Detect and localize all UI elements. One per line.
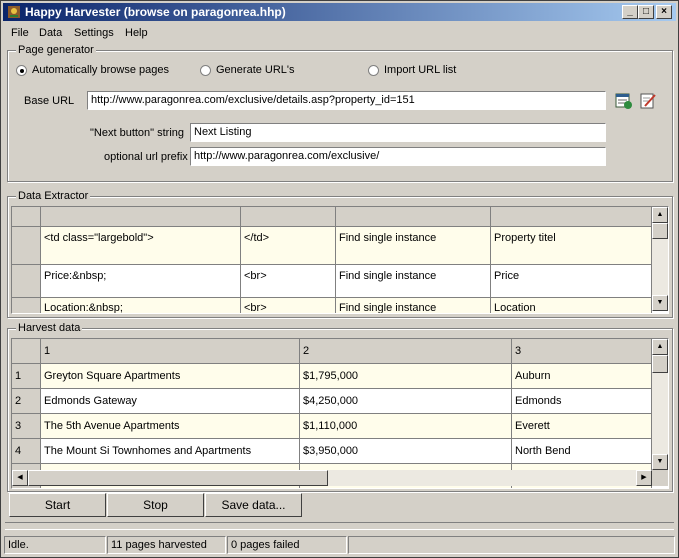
harvest-cell[interactable]: North Bend — [512, 439, 652, 464]
page-generator-group: Page generator Automatically browse page… — [7, 44, 673, 182]
extractor-header-field[interactable] — [491, 207, 652, 227]
browser-icon[interactable] — [615, 92, 633, 110]
extractor-cell-mode[interactable]: Find single instance — [336, 298, 491, 313]
generate-urls-label[interactable]: Generate URL's — [216, 64, 295, 76]
menu-data[interactable]: Data — [39, 27, 62, 39]
import-url-list-radio[interactable] — [368, 65, 379, 76]
harvest-cell[interactable]: $1,110,000 — [300, 414, 512, 439]
harvest-row-number[interactable]: 4 — [12, 439, 41, 464]
base-url-input[interactable]: http://www.paragonrea.com/exclusive/deta… — [87, 91, 606, 110]
base-url-label: Base URL — [24, 95, 75, 107]
harvest-column-header[interactable]: 1 — [41, 339, 300, 364]
harvest-row-number[interactable]: 1 — [12, 364, 41, 389]
edit-icon[interactable] — [639, 92, 657, 110]
harvest-cell[interactable]: Greyton Square Apartments — [41, 364, 300, 389]
status-failed: 0 pages failed — [227, 536, 347, 554]
next-button-string-input[interactable]: Next Listing — [190, 123, 606, 142]
harvest-row-number[interactable]: 3 — [12, 414, 41, 439]
scroll-down-icon[interactable]: ▼ — [652, 454, 668, 470]
status-state: Idle. — [4, 536, 106, 554]
main-window: Happy Harvester (browse on paragonrea.hh… — [0, 0, 679, 558]
menu-file[interactable]: File — [11, 27, 29, 39]
app-icon — [8, 6, 20, 18]
scroll-thumb[interactable] — [652, 355, 668, 373]
harvest-column-header[interactable]: 3 — [512, 339, 652, 364]
menu-bar: File Data Settings Help — [3, 23, 676, 43]
generate-urls-radio[interactable] — [200, 65, 211, 76]
scrollbar-corner — [652, 470, 668, 486]
save-data-button[interactable]: Save data... — [205, 493, 302, 517]
extractor-cell-mode[interactable]: Find single instance — [336, 227, 491, 265]
harvest-cell[interactable]: Everett — [512, 414, 652, 439]
harvest-cell[interactable]: Edmonds — [512, 389, 652, 414]
scroll-thumb[interactable] — [28, 470, 328, 486]
harvest-cell[interactable]: $4,250,000 — [300, 389, 512, 414]
close-button[interactable]: × — [656, 5, 672, 19]
harvest-horizontal-scrollbar[interactable]: ◀ ▶ — [12, 470, 652, 486]
scroll-thumb[interactable] — [652, 223, 668, 239]
menu-settings[interactable]: Settings — [74, 27, 114, 39]
extractor-cell-field[interactable]: Location — [491, 298, 652, 313]
harvest-grid: 1 2 3 1 Greyton Square Apartments $1,795… — [11, 338, 669, 489]
url-prefix-input[interactable]: http://www.paragonrea.com/exclusive/ — [190, 147, 606, 166]
harvest-cell[interactable]: $1,795,000 — [300, 364, 512, 389]
extractor-cell-end[interactable]: <br> — [241, 298, 336, 313]
scroll-left-icon[interactable]: ◀ — [12, 470, 28, 486]
auto-browse-radio[interactable] — [16, 65, 27, 76]
harvest-cell[interactable]: The 5th Avenue Apartments — [41, 414, 300, 439]
extractor-cell-start[interactable]: Location:&nbsp; — [41, 298, 241, 313]
harvest-data-legend: Harvest data — [16, 322, 83, 334]
scroll-right-icon[interactable]: ▶ — [636, 470, 652, 486]
extractor-row-header[interactable] — [12, 227, 41, 265]
harvest-vertical-scrollbar[interactable]: ▲ ▼ — [652, 339, 668, 470]
harvest-data-group: Harvest data 1 2 3 1 Greyton Square Apar… — [7, 322, 673, 492]
extractor-row-header[interactable] — [12, 265, 41, 298]
extractor-grid: <td class="largebold"> </td> Find single… — [11, 206, 669, 314]
start-button[interactable]: Start — [9, 493, 106, 517]
extractor-cell-start[interactable]: <td class="largebold"> — [41, 227, 241, 265]
extractor-cell-end[interactable]: </td> — [241, 227, 336, 265]
scroll-down-icon[interactable]: ▼ — [652, 295, 668, 311]
harvest-cell[interactable]: The Mount Si Townhomes and Apartments — [41, 439, 300, 464]
data-extractor-legend: Data Extractor — [16, 190, 91, 202]
extractor-corner — [12, 207, 41, 227]
import-url-list-label[interactable]: Import URL list — [384, 64, 456, 76]
extractor-cell-mode[interactable]: Find single instance — [336, 265, 491, 298]
extractor-header-end[interactable] — [241, 207, 336, 227]
title-bar[interactable]: Happy Harvester (browse on paragonrea.hh… — [3, 3, 676, 21]
button-bar-spacer — [303, 493, 671, 517]
scroll-up-icon[interactable]: ▲ — [652, 207, 668, 223]
stop-button[interactable]: Stop — [107, 493, 204, 517]
harvest-column-header[interactable]: 2 — [300, 339, 512, 364]
extractor-cell-field[interactable]: Price — [491, 265, 652, 298]
harvest-corner — [12, 339, 41, 364]
extractor-header-mode[interactable] — [336, 207, 491, 227]
progress-bar — [5, 522, 674, 530]
harvest-row-number[interactable]: 2 — [12, 389, 41, 414]
extractor-row-header[interactable] — [12, 298, 41, 313]
harvest-cell[interactable]: Auburn — [512, 364, 652, 389]
page-generator-legend: Page generator — [16, 44, 96, 56]
data-extractor-group: Data Extractor <td class="largebold"> </… — [7, 190, 673, 318]
status-harvested: 11 pages harvested — [107, 536, 226, 554]
extractor-vertical-scrollbar[interactable]: ▲ ▼ — [652, 207, 668, 311]
minimize-button[interactable]: _ — [622, 5, 638, 19]
harvest-cell[interactable]: $3,950,000 — [300, 439, 512, 464]
menu-help[interactable]: Help — [125, 27, 148, 39]
extractor-cell-start[interactable]: Price:&nbsp; — [41, 265, 241, 298]
extractor-cell-field[interactable]: Property titel — [491, 227, 652, 265]
window-title: Happy Harvester (browse on paragonrea.hh… — [25, 5, 286, 19]
maximize-button[interactable]: □ — [638, 5, 654, 19]
next-button-string-label: "Next button" string — [90, 127, 185, 139]
auto-browse-label[interactable]: Automatically browse pages — [32, 64, 169, 76]
extractor-cell-end[interactable]: <br> — [241, 265, 336, 298]
extractor-header-start[interactable] — [41, 207, 241, 227]
url-prefix-label: optional url prefix — [104, 151, 188, 163]
harvest-cell[interactable]: Edmonds Gateway — [41, 389, 300, 414]
status-empty-panel — [348, 536, 675, 554]
scroll-up-icon[interactable]: ▲ — [652, 339, 668, 355]
